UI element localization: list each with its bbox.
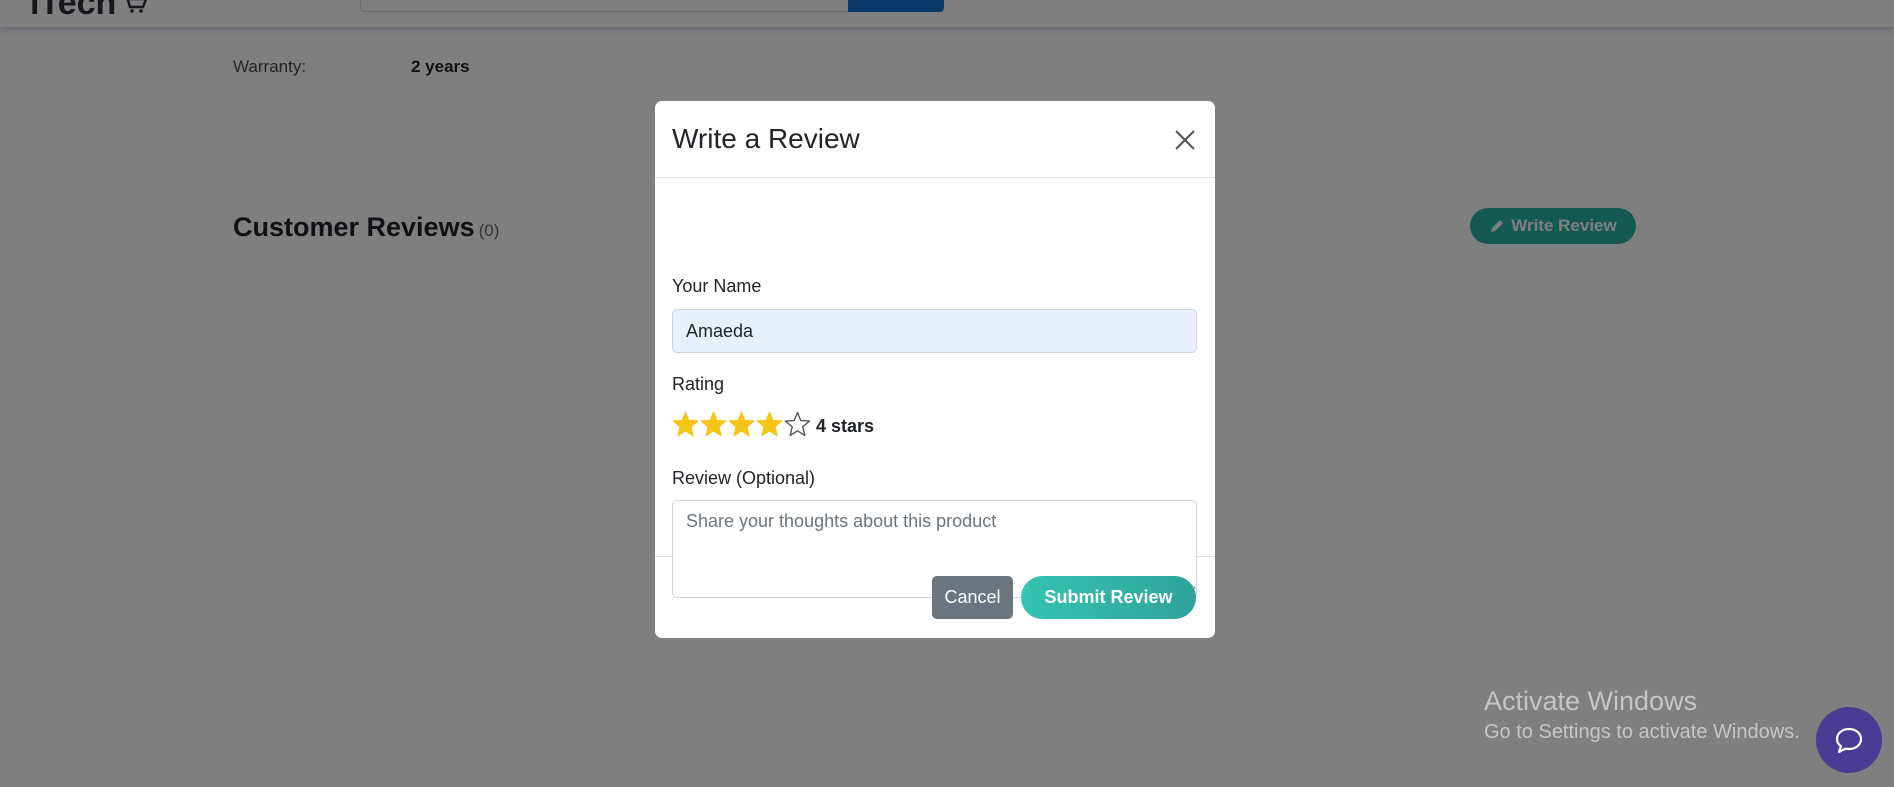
modal-header: Write a Review [655,101,1215,178]
chat-bubble-icon [1835,727,1863,754]
rating-label: Rating [672,374,725,394]
review-label: Review (Optional) [672,468,816,488]
modal-title: Write a Review [672,123,860,154]
rating-text: 4 stars [816,416,875,436]
star-filled-icon[interactable] [672,411,699,438]
modal-body: Your Name Rating 4 stars Review (Optiona… [655,178,1215,598]
modal-footer: Cancel Submit Review [655,557,1215,637]
name-input[interactable] [672,309,1197,353]
windows-activation-watermark: Activate Windows Go to Settings to activ… [1484,686,1800,744]
star-filled-icon[interactable] [756,411,783,438]
star-filled-icon[interactable] [728,411,755,438]
cancel-button[interactable]: Cancel [932,576,1013,619]
submit-review-button[interactable]: Submit Review [1021,576,1196,619]
watermark-line1: Activate Windows [1484,686,1698,716]
watermark-line2: Go to Settings to activate Windows. [1484,721,1800,743]
star-rating[interactable] [672,411,811,438]
product-page: iTech Warranty: 2 years Customer Reviews… [0,0,1894,787]
close-icon[interactable] [1172,127,1198,153]
name-label: Your Name [672,276,762,296]
star-filled-icon[interactable] [700,411,727,438]
chat-button[interactable] [1816,707,1882,773]
star-empty-icon[interactable] [784,411,811,438]
write-review-modal: Write a Review Your Name Rating 4 stars … [655,101,1215,638]
